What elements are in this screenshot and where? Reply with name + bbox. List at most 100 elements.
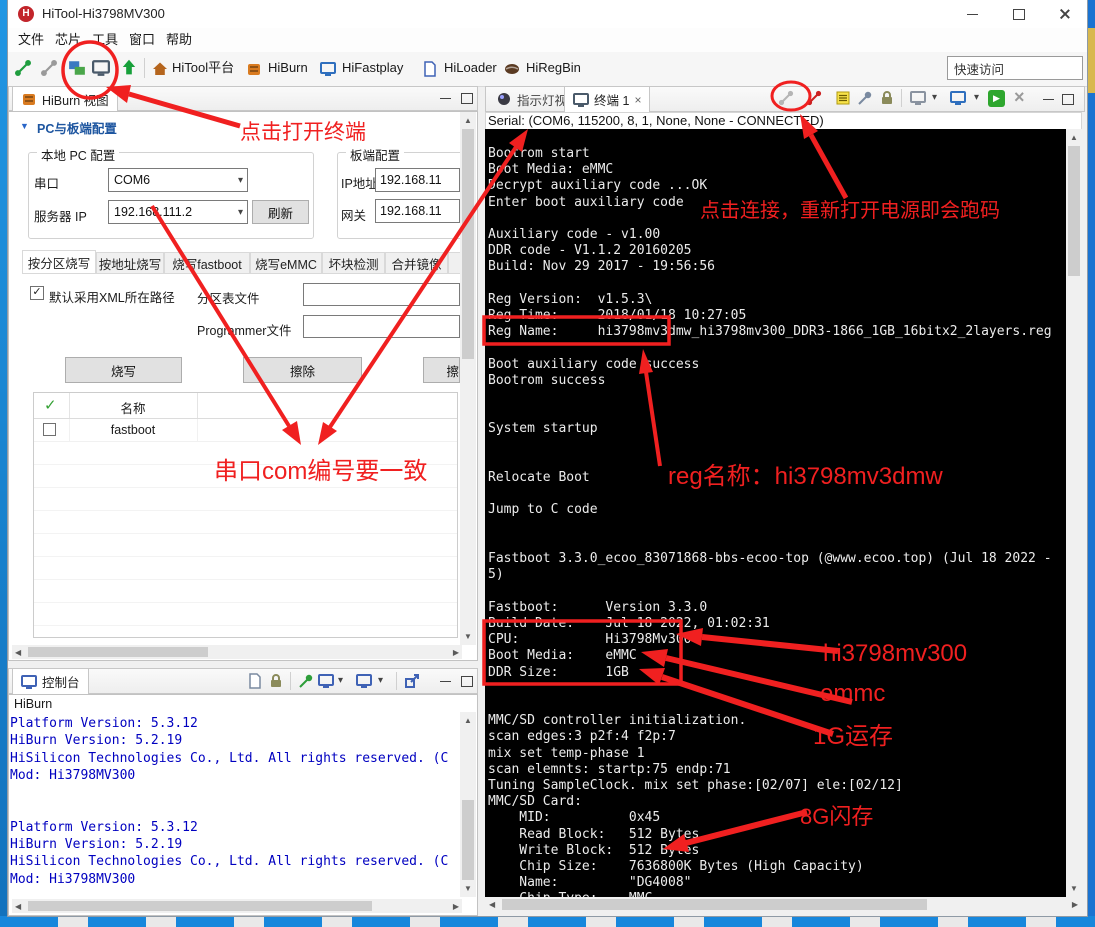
perspective-hiburn[interactable]: HiBurn xyxy=(268,58,308,78)
hiburn-icon[interactable] xyxy=(246,61,262,77)
disconnect-icon[interactable] xyxy=(40,59,58,77)
name-column-header[interactable]: 名称 xyxy=(69,398,197,417)
console-minimize-icon[interactable] xyxy=(437,673,453,689)
home-icon[interactable] xyxy=(152,61,168,77)
hiloader-icon[interactable] xyxy=(422,61,438,77)
terminal-settings-icon[interactable] xyxy=(910,90,926,106)
terminal-lock-icon[interactable] xyxy=(879,90,895,106)
hiburn-minimize-icon[interactable] xyxy=(437,90,453,106)
select-all-check-icon[interactable]: ✓ xyxy=(44,396,57,414)
terminal-tab[interactable]: 终端 1 × xyxy=(564,86,651,112)
row-checkbox[interactable] xyxy=(43,423,56,436)
menu-tools[interactable]: 工具 xyxy=(86,28,124,52)
tab-burn-by-partition[interactable]: 按分区烧写 xyxy=(22,250,96,273)
taskbar[interactable] xyxy=(0,916,1095,927)
tab-burn-emmc[interactable]: 烧写eMMC xyxy=(250,252,322,273)
maximize-button[interactable] xyxy=(996,0,1041,28)
close-button[interactable] xyxy=(1042,0,1087,28)
erase-button[interactable]: 擦除 xyxy=(243,357,362,383)
open-terminal-icon[interactable] xyxy=(92,59,110,77)
board-config-icon[interactable] xyxy=(68,59,86,77)
perspective-hifastplay[interactable]: HiFastplay xyxy=(342,58,403,78)
terminal-disconnect-icon[interactable] xyxy=(778,90,794,106)
quick-access-input[interactable] xyxy=(947,56,1083,80)
hifastplay-icon[interactable] xyxy=(320,61,336,77)
terminal-minimize-icon[interactable] xyxy=(1040,91,1056,107)
serial-port-value: COM6 xyxy=(114,173,151,187)
section-twistie-icon[interactable]: ▼ xyxy=(20,121,29,131)
scroll-left-icon[interactable]: ◀ xyxy=(489,900,495,909)
table-row[interactable]: fastboot xyxy=(34,419,457,442)
tab-burn-fastboot[interactable]: 烧写fastboot xyxy=(164,252,250,273)
console-tab[interactable]: 控制台 xyxy=(12,668,89,694)
scroll-up-icon[interactable]: ▲ xyxy=(460,716,476,725)
open-console-caret-icon[interactable]: ▾ xyxy=(378,675,383,686)
console-vertical-scrollbar[interactable]: ▲ ▼ xyxy=(460,712,476,897)
burn-button[interactable]: 烧写 xyxy=(65,357,182,383)
close-tab-icon[interactable]: × xyxy=(634,93,641,107)
scroll-down-icon[interactable]: ▼ xyxy=(460,632,476,641)
perspective-hiloader[interactable]: HiLoader xyxy=(444,58,497,78)
tab-burn-by-address[interactable]: 按地址烧写 xyxy=(96,252,164,273)
terminal-settings-caret-icon[interactable]: ▾ xyxy=(932,92,937,103)
minimize-button[interactable] xyxy=(950,0,995,28)
xml-path-checkbox[interactable]: ✓ xyxy=(30,286,44,300)
menu-chip[interactable]: 芯片 xyxy=(49,28,87,52)
run-button[interactable]: ▶ xyxy=(988,90,1005,107)
scroll-lock-icon[interactable] xyxy=(268,673,284,689)
tab-merge-image[interactable]: 合并镜像 xyxy=(385,252,448,273)
open-console-icon[interactable] xyxy=(356,673,372,689)
console-output[interactable]: Platform Version: 5.3.12 HiBurn Version: … xyxy=(10,715,459,897)
terminal-connect-icon[interactable] xyxy=(806,90,822,106)
hiregbin-icon[interactable] xyxy=(504,61,520,77)
terminal-maximize-icon[interactable] xyxy=(1060,91,1076,107)
console-maximize-icon[interactable] xyxy=(459,673,475,689)
scroll-up-icon[interactable]: ▲ xyxy=(460,116,476,125)
upload-icon[interactable] xyxy=(120,58,138,76)
section-title[interactable]: PC与板端配置 xyxy=(37,118,117,137)
serial-port-select[interactable]: COM6 ▾ xyxy=(108,168,248,192)
programmer-file-input[interactable] xyxy=(303,315,460,338)
partition-table-input[interactable] xyxy=(303,283,460,306)
connect-icon[interactable] xyxy=(14,59,32,77)
scroll-right-icon[interactable]: ▶ xyxy=(1072,900,1078,909)
refresh-button[interactable]: 刷新 xyxy=(252,200,309,224)
tab-partial[interactable]: 单 xyxy=(448,252,460,273)
terminal-vertical-scrollbar[interactable]: ▲ ▼ xyxy=(1066,129,1082,897)
scroll-down-icon[interactable]: ▼ xyxy=(1066,884,1082,893)
scroll-right-icon[interactable]: ▶ xyxy=(453,902,459,911)
scroll-up-icon[interactable]: ▲ xyxy=(1066,133,1082,142)
export-console-icon[interactable] xyxy=(404,673,420,689)
terminal-pin-icon[interactable] xyxy=(857,90,873,106)
hiburn-maximize-icon[interactable] xyxy=(459,90,475,106)
desktop-edge-right xyxy=(1087,0,1095,916)
gateway-input[interactable]: 192.168.11 xyxy=(375,199,460,223)
hiburn-horizontal-scrollbar[interactable]: ◀ ▶ xyxy=(12,645,462,659)
perspective-hiregbin[interactable]: HiRegBin xyxy=(526,58,581,78)
scroll-left-icon[interactable]: ◀ xyxy=(15,648,21,657)
display-console-caret-icon[interactable]: ▾ xyxy=(338,675,343,686)
new-terminal-icon[interactable] xyxy=(950,90,966,106)
terminal-buffer-icon[interactable] xyxy=(835,90,851,106)
terminal-close-icon[interactable]: × xyxy=(1014,87,1025,108)
pin-console-icon[interactable] xyxy=(298,673,314,689)
server-ip-select[interactable]: 192.168.111.2 ▾ xyxy=(108,200,248,224)
scroll-left-icon[interactable]: ◀ xyxy=(15,902,21,911)
menu-file[interactable]: 文件 xyxy=(12,28,50,52)
partial-button[interactable]: 擦 xyxy=(423,357,460,383)
menu-help[interactable]: 帮助 xyxy=(160,28,198,52)
terminal-horizontal-scrollbar[interactable]: ◀ ▶ xyxy=(485,897,1082,912)
console-horizontal-scrollbar[interactable]: ◀ ▶ xyxy=(12,899,462,913)
perspective-hitool[interactable]: HiTool平台 xyxy=(172,58,234,78)
new-terminal-caret-icon[interactable]: ▾ xyxy=(974,92,979,103)
board-ip-input[interactable]: 192.168.11 xyxy=(375,168,460,192)
display-console-icon[interactable] xyxy=(318,673,334,689)
clear-console-icon[interactable] xyxy=(247,673,263,689)
menu-window[interactable]: 窗口 xyxy=(123,28,161,52)
hiburn-vertical-scrollbar[interactable]: ▲ ▼ xyxy=(460,112,476,645)
terminal-output[interactable]: Bootrom start Boot Media: eMMC Decrypt aux… xyxy=(485,129,1066,897)
scroll-right-icon[interactable]: ▶ xyxy=(453,648,459,657)
tab-bad-block-check[interactable]: 坏块检测 xyxy=(322,252,385,273)
hiburn-view-tab[interactable]: HiBurn 视图 xyxy=(12,86,118,111)
scroll-down-icon[interactable]: ▼ xyxy=(460,884,476,893)
